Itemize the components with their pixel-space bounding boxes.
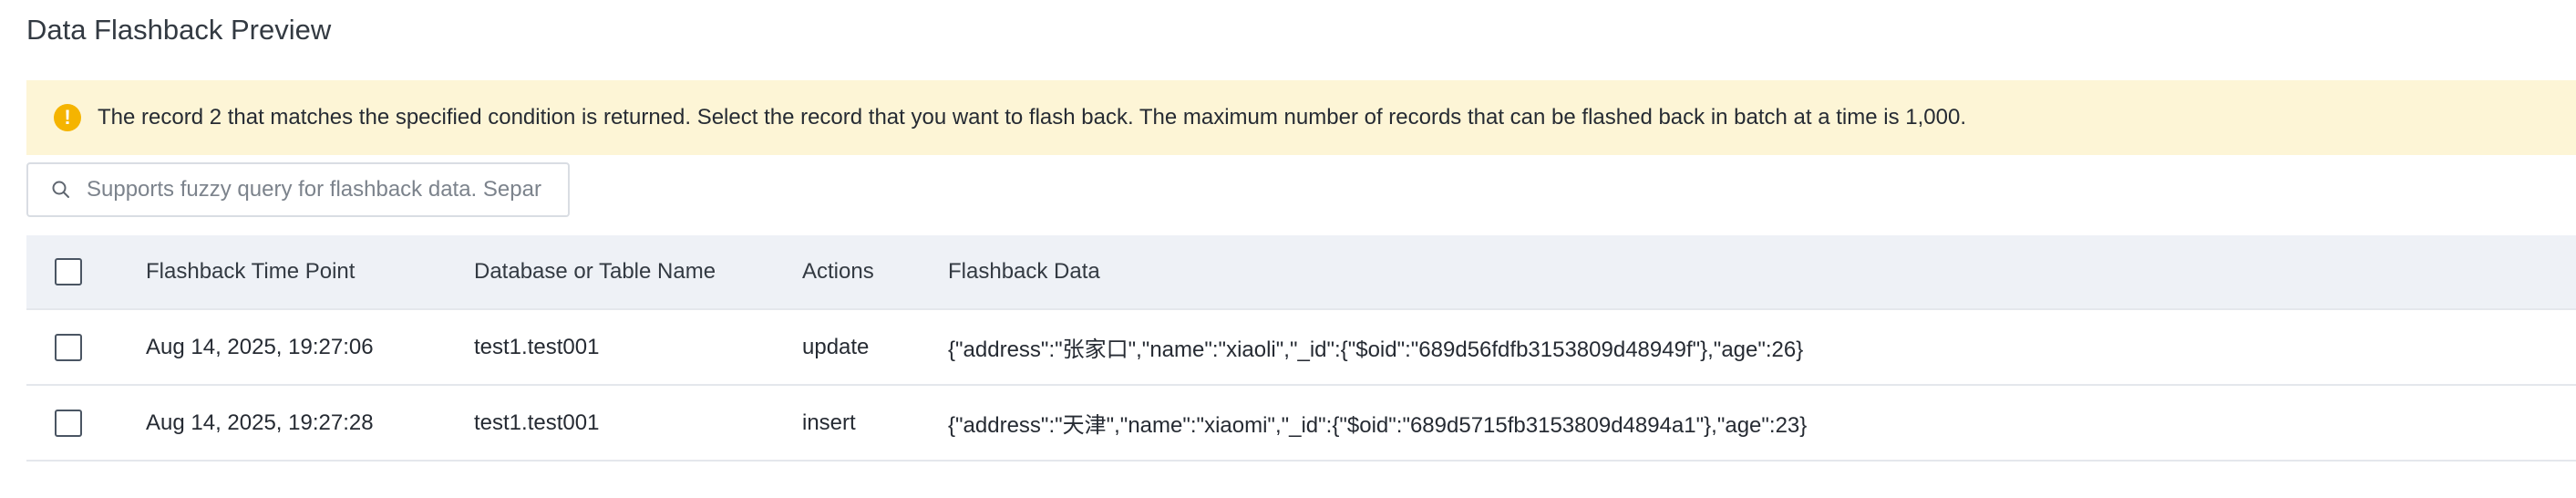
column-header-database: Database or Table Name bbox=[474, 259, 716, 284]
row-database: test1.test001 bbox=[474, 410, 600, 435]
row-select-cell bbox=[26, 409, 146, 437]
table-row[interactable]: Aug 14, 2025, 19:27:28 test1.test001 ins… bbox=[26, 386, 2576, 462]
column-header-flashback-data: Flashback Data bbox=[948, 259, 1100, 284]
flashback-table: Flashback Time Point Database or Table N… bbox=[26, 235, 2576, 462]
notice-banner: ! The record 2 that matches the specifie… bbox=[26, 80, 2576, 155]
row-action: update bbox=[802, 334, 870, 359]
row-action: insert bbox=[802, 410, 856, 435]
search-input[interactable] bbox=[87, 171, 542, 208]
column-header-time: Flashback Time Point bbox=[146, 259, 355, 284]
row-database: test1.test001 bbox=[474, 334, 600, 359]
row-time: Aug 14, 2025, 19:27:28 bbox=[146, 410, 374, 435]
warning-icon: ! bbox=[54, 104, 81, 131]
page-title: Data Flashback Preview bbox=[26, 14, 332, 46]
row-time: Aug 14, 2025, 19:27:06 bbox=[146, 334, 374, 359]
table-row[interactable]: Aug 14, 2025, 19:27:06 test1.test001 upd… bbox=[26, 310, 2576, 386]
search-box[interactable] bbox=[26, 162, 570, 217]
row-flashback-data: {"address":"张家口","name":"xiaoli","_id":{… bbox=[948, 337, 1804, 362]
row-checkbox[interactable] bbox=[55, 333, 82, 361]
search-icon bbox=[52, 181, 69, 198]
row-select-cell bbox=[26, 333, 146, 361]
table-header-row: Flashback Time Point Database or Table N… bbox=[26, 235, 2576, 310]
row-checkbox[interactable] bbox=[55, 409, 82, 437]
row-flashback-data: {"address":"天津","name":"xiaomi","_id":{"… bbox=[948, 413, 1808, 438]
select-all-checkbox[interactable] bbox=[55, 258, 82, 285]
column-header-actions: Actions bbox=[802, 259, 874, 284]
select-all-cell bbox=[26, 258, 146, 285]
notice-text: The record 2 that matches the specified … bbox=[98, 105, 1966, 130]
